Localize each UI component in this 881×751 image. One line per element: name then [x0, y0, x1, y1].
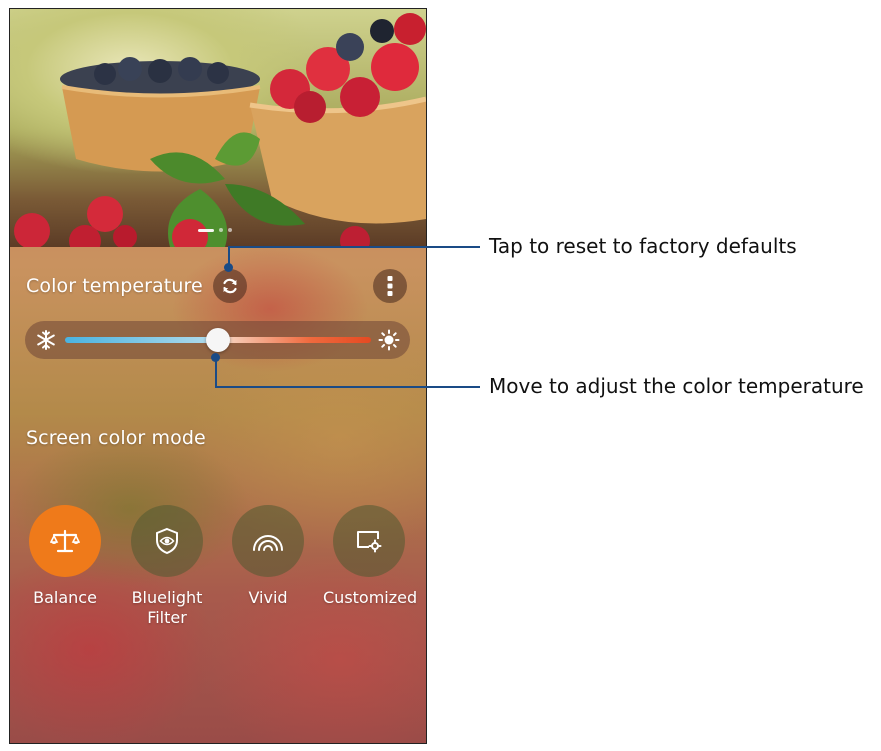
- callout-reset-line-h: [228, 246, 480, 248]
- mode-vivid-button[interactable]: [232, 505, 304, 577]
- more-vertical-icon: [387, 276, 393, 296]
- page-indicator-dot: [228, 228, 232, 232]
- callout-adjust-line-v: [215, 357, 217, 387]
- rainbow-arc-icon: [253, 535, 283, 551]
- reset-button[interactable]: [213, 269, 247, 303]
- mode-customized[interactable]: Customized: [323, 505, 418, 608]
- mode-label: Bluelight Filter: [121, 588, 213, 628]
- page-indicator: [198, 228, 232, 232]
- callout-reset-line-v: [228, 247, 230, 267]
- mode-vivid[interactable]: Vivid: [222, 505, 314, 608]
- screen-gear-icon: [357, 531, 382, 553]
- mode-bluelight-filter-button[interactable]: [131, 505, 203, 577]
- slider-thumb[interactable]: [206, 328, 230, 352]
- shield-eye-icon: [156, 527, 178, 555]
- mode-label-line: Filter: [147, 608, 187, 627]
- more-options-button[interactable]: [373, 269, 407, 303]
- screen-color-mode-title: Screen color mode: [26, 427, 206, 449]
- mode-bluelight-filter[interactable]: Bluelight Filter: [121, 505, 213, 628]
- mode-label: Vivid: [248, 588, 288, 607]
- callout-adjust-text: Move to adjust the color temperature: [489, 374, 864, 398]
- mode-balance-button[interactable]: [29, 505, 101, 577]
- page-indicator-dot: [219, 228, 223, 232]
- refresh-icon: [223, 278, 237, 294]
- sun-icon: [378, 329, 400, 351]
- callout-adjust-line-h: [215, 386, 480, 388]
- fruit-bowls-image: [14, 13, 426, 247]
- page-indicator-active: [198, 228, 214, 232]
- phone-screen: Color temperature Screen color mode Bala…: [9, 8, 427, 744]
- mode-label: Balance: [33, 588, 97, 607]
- callout-reset-text: Tap to reset to factory defaults: [489, 234, 797, 258]
- color-temperature-title: Color temperature: [26, 275, 203, 297]
- mode-balance[interactable]: Balance: [19, 505, 111, 608]
- balance-scale-icon: [50, 529, 80, 553]
- mode-customized-button[interactable]: [333, 505, 405, 577]
- snowflake-icon: [37, 330, 55, 350]
- mode-label-line: Bluelight: [131, 588, 203, 607]
- mode-label: Customized: [323, 588, 418, 607]
- wallpaper-preview: [10, 9, 426, 247]
